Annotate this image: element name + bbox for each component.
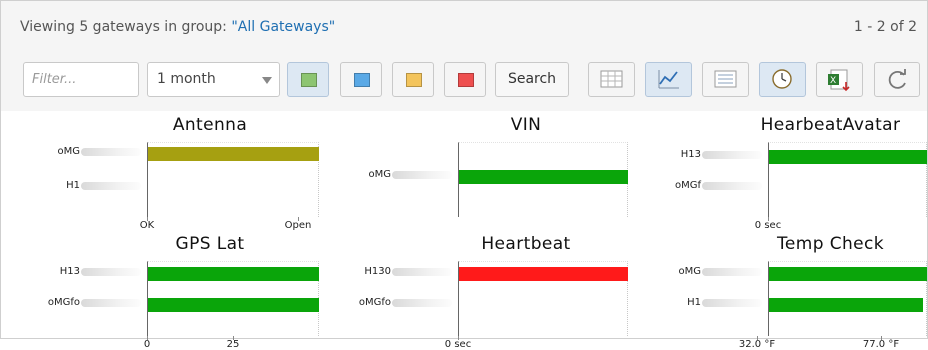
gateway-id-text: oMG	[678, 266, 702, 277]
row-label: H1	[622, 297, 762, 309]
red-filter-button[interactable]	[444, 62, 486, 97]
axis-tick-label: 32.0 °F	[738, 339, 776, 350]
yellow-filter-button[interactable]	[392, 62, 434, 97]
value-bar[interactable]	[769, 298, 923, 312]
axis-tick-label: 77.0 °F	[862, 339, 900, 350]
chart-hearbeatavatar: HearbeatAvatar H13 oMGf 0 sec	[1, 115, 927, 231]
red-square-icon	[458, 73, 474, 87]
search-button[interactable]: Search	[495, 62, 569, 97]
axis-tick-label: 0 sec	[754, 220, 782, 231]
value-bar[interactable]	[769, 150, 927, 164]
green-square-icon	[301, 73, 317, 87]
chart-plot-area	[768, 142, 927, 217]
chart-view-icon	[658, 70, 679, 89]
value-bar[interactable]	[769, 267, 927, 281]
gateway-id-text: oMGf	[674, 180, 701, 191]
green-filter-button[interactable]	[287, 62, 329, 97]
redacted-id	[702, 150, 762, 159]
row-label: oMG	[622, 266, 762, 278]
gateway-id-text: H13	[680, 149, 701, 160]
viewing-text: Viewing 5 gateways in group:	[20, 19, 232, 35]
dropdown-arrow-icon	[262, 77, 272, 84]
filter-input[interactable]	[23, 62, 139, 97]
chart-title: Temp Check	[776, 234, 884, 254]
row-label: oMGf	[622, 180, 762, 192]
group-link[interactable]: "All Gateways"	[231, 19, 335, 35]
history-button[interactable]	[759, 62, 806, 97]
list-view-icon	[714, 70, 737, 88]
toolbar-header: Viewing 5 gateways in group: "All Gatewa…	[1, 1, 927, 111]
clock-icon	[772, 69, 792, 89]
excel-export-icon: X	[828, 69, 850, 92]
chart-title: HearbeatAvatar	[760, 115, 901, 135]
viewing-summary: Viewing 5 gateways in group: "All Gatewa…	[20, 19, 335, 35]
yellow-square-icon	[406, 73, 422, 87]
table-view-icon	[600, 70, 623, 88]
chart-plot-area	[768, 261, 927, 336]
list-view-button[interactable]	[702, 62, 749, 97]
redacted-id	[702, 181, 762, 190]
gateway-id-text: H1	[687, 297, 701, 308]
redacted-id	[702, 267, 762, 276]
chart-temp-check: Temp Check oMG H1 32.0 °F 77.0 °F	[1, 234, 927, 350]
redacted-id	[702, 298, 762, 307]
row-label: H13	[622, 149, 762, 161]
chart-view-button[interactable]	[645, 62, 692, 97]
svg-text:X: X	[830, 76, 836, 86]
pagination-text: 1 - 2 of 2	[853, 19, 917, 35]
excel-export-button[interactable]: X	[816, 62, 863, 97]
refresh-icon	[888, 69, 906, 89]
period-select[interactable]: 1 month	[147, 62, 280, 97]
table-view-button[interactable]	[588, 62, 635, 97]
blue-filter-button[interactable]	[340, 62, 382, 97]
gateway-dashboard: Viewing 5 gateways in group: "All Gatewa…	[0, 0, 928, 350]
blue-square-icon	[354, 73, 370, 87]
period-value: 1 month	[157, 71, 216, 87]
refresh-button[interactable]	[874, 62, 920, 97]
